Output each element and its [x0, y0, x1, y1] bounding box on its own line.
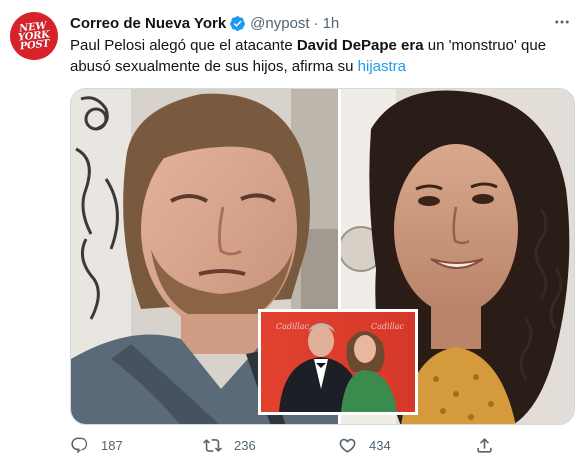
- avatar[interactable]: NEW YORK POST: [10, 12, 58, 60]
- more-options-icon[interactable]: [551, 12, 573, 32]
- reply-button[interactable]: 187: [70, 435, 123, 455]
- timestamp[interactable]: 1h: [323, 15, 340, 32]
- account-handle[interactable]: @nypost: [250, 15, 309, 32]
- retweet-button[interactable]: 236: [203, 435, 256, 455]
- tweet-media[interactable]: Cadillac Cadillac: [70, 88, 575, 425]
- reply-icon: [71, 437, 88, 453]
- action-bar: 187 236 434: [70, 435, 575, 455]
- reply-count: 187: [101, 437, 123, 453]
- heart-icon: [339, 438, 356, 453]
- tweet-text: Paul Pelosi alegó que el atacante David …: [70, 37, 547, 75]
- retweet-count: 236: [234, 437, 256, 453]
- retweet-icon: [203, 438, 222, 452]
- tweet-card[interactable]: NEW YORK POST Correo de Nueva York @nypo…: [0, 0, 583, 454]
- display-name[interactable]: Correo de Nueva York: [70, 15, 226, 32]
- share-icon: [477, 437, 492, 453]
- new-york-post-logo: NEW YORK POST: [17, 20, 51, 52]
- share-button[interactable]: [475, 435, 494, 455]
- inset-photo: Cadillac Cadillac: [258, 309, 418, 415]
- inset-sign-text-2: Cadillac: [371, 322, 404, 331]
- separator-dot: ·: [313, 14, 319, 32]
- tweet-header: Correo de Nueva York @nypost · 1h: [70, 12, 339, 34]
- photo-collage: Cadillac Cadillac: [71, 89, 574, 424]
- like-count: 434: [369, 437, 391, 453]
- hashtag-link[interactable]: hijastra: [358, 58, 406, 75]
- bold-name: David DePape era: [296, 37, 424, 54]
- inset-sign-text: Cadillac: [276, 322, 309, 331]
- verified-badge-icon: [230, 15, 246, 31]
- like-button[interactable]: 434: [338, 435, 391, 455]
